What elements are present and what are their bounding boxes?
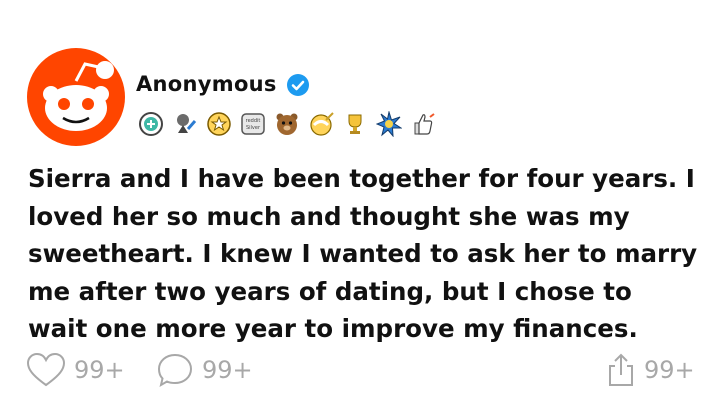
star-award-icon[interactable] xyxy=(206,111,232,137)
author-name[interactable]: Anonymous xyxy=(136,72,277,96)
svg-text:Silver: Silver xyxy=(246,125,261,131)
reddit-snoo-icon xyxy=(27,48,125,146)
comment-button[interactable]: 99+ xyxy=(156,345,253,395)
wholesome-award-icon[interactable] xyxy=(138,111,164,137)
heart-icon xyxy=(26,352,66,387)
silver-award-icon[interactable]: reddit Silver xyxy=(240,111,266,137)
bear-award-icon[interactable] xyxy=(274,111,300,137)
avatar[interactable] xyxy=(27,48,125,146)
medal-award-icon[interactable] xyxy=(172,111,198,137)
verified-badge-icon xyxy=(287,74,309,96)
post-body: Sierra and I have been together for four… xyxy=(28,164,698,343)
comment-bubble-icon xyxy=(157,353,193,388)
burst-award-icon[interactable] xyxy=(376,111,402,137)
post-actions: 99+ 99+ 99+ xyxy=(0,345,720,395)
narwhal-award-icon[interactable] xyxy=(308,111,334,137)
svg-text:reddit: reddit xyxy=(246,118,261,124)
thumbs-up-rocket-award-icon[interactable] xyxy=(410,111,436,137)
share-count: 99+ xyxy=(644,356,695,384)
share-icon xyxy=(609,353,633,386)
comment-count: 99+ xyxy=(202,356,253,384)
awards-row: reddit Silver xyxy=(138,107,444,141)
like-count: 99+ xyxy=(74,356,125,384)
like-button[interactable]: 99+ xyxy=(26,345,125,395)
share-button[interactable]: 99+ xyxy=(606,345,695,395)
trophy-award-icon[interactable] xyxy=(342,111,368,137)
